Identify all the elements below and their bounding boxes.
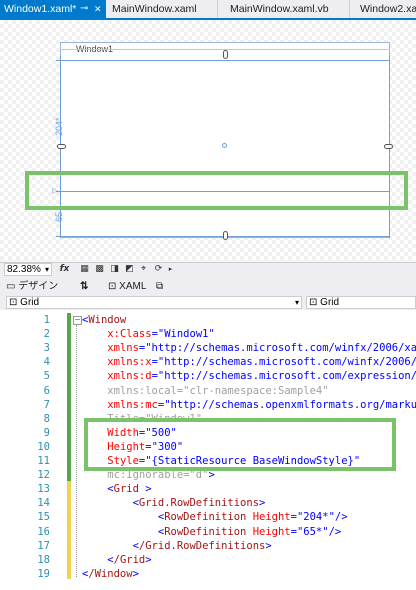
snap-grid-icon[interactable]: ▩ xyxy=(93,263,106,276)
code-highlight-box xyxy=(84,418,396,471)
scope-right-value: Grid xyxy=(320,297,340,308)
row1-height-label[interactable]: 204* xyxy=(54,117,64,136)
scope-left-value: Grid xyxy=(20,297,40,308)
snap-lines-icon[interactable]: ⌖ xyxy=(137,263,150,276)
tab-design-label: デザイン xyxy=(18,281,59,292)
line-number: 9 xyxy=(43,426,50,439)
document-tab-strip: Window1.xaml* ⊸ ✕ MainWindow.xaml MainWi… xyxy=(0,0,416,20)
line-number: 7 xyxy=(43,398,50,411)
change-indicator-saved xyxy=(67,313,71,481)
close-icon[interactable]: ✕ xyxy=(94,0,102,18)
bottom-resize-handle[interactable] xyxy=(223,231,228,240)
line-number: 8 xyxy=(43,412,50,425)
scope-right-combo[interactable]: ⊡ Grid xyxy=(306,296,416,309)
right-resize-handle[interactable] xyxy=(384,144,393,149)
code-line[interactable]: x:Class="Window1" xyxy=(82,327,215,341)
tab-mainwindow-xaml-vb[interactable]: MainWindow.xaml.vb xyxy=(226,0,350,18)
line-number: 10 xyxy=(37,440,50,453)
collapse-icon[interactable]: − xyxy=(73,316,82,325)
line-number: 12 xyxy=(37,469,50,482)
chevron-down-icon[interactable]: ▾ xyxy=(295,297,299,309)
fx-button[interactable]: fx xyxy=(58,263,71,276)
change-indicator-unsaved xyxy=(67,481,71,579)
grid-icon[interactable]: ▦ xyxy=(78,263,91,276)
left-resize-handle[interactable] xyxy=(57,144,66,149)
row-highlight-box xyxy=(25,171,408,210)
artboard-icon[interactable]: ◨ xyxy=(108,263,121,276)
zoom-value: 82.38% xyxy=(7,264,41,275)
code-line[interactable]: <Window xyxy=(82,313,126,327)
tab-label: Window1.xaml* xyxy=(4,3,77,15)
code-line[interactable]: xmlns="http://schemas.microsoft.com/winf… xyxy=(82,341,416,355)
tab-label: MainWindow.xaml.vb xyxy=(230,3,329,15)
code-line[interactable]: xmlns:d="http://schemas.microsoft.com/ex… xyxy=(82,369,416,383)
code-line[interactable]: <Grid > xyxy=(82,482,151,496)
line-number: 16 xyxy=(37,525,50,538)
line-number: 4 xyxy=(43,356,50,369)
effects-icon[interactable]: ◩ xyxy=(123,263,136,276)
row2-height-label[interactable]: 65 xyxy=(54,212,64,222)
xaml-icon: ⊡ xyxy=(108,281,120,292)
popout-xaml-icon[interactable]: ⧉ xyxy=(156,279,163,294)
tab-window1-xaml[interactable]: Window1.xaml* ⊸ ✕ xyxy=(0,0,106,18)
line-number: 14 xyxy=(37,497,50,510)
view-tab-bar xyxy=(0,278,416,296)
line-number: 17 xyxy=(37,539,50,552)
code-line[interactable]: <RowDefinition Height="204*"/> xyxy=(82,510,348,524)
line-number: 13 xyxy=(37,483,50,496)
outline-guide xyxy=(76,325,77,577)
line-number: 2 xyxy=(43,328,50,341)
tab-xaml-label: XAML xyxy=(119,281,147,292)
code-line[interactable]: <Grid.RowDefinitions> xyxy=(82,496,266,510)
element-icon: ⊡ xyxy=(309,297,321,308)
line-number: 18 xyxy=(37,553,50,566)
zoom-combo[interactable]: 82.38% ▾ xyxy=(4,263,52,276)
line-number: 5 xyxy=(43,370,50,383)
line-number: 3 xyxy=(43,342,50,355)
code-line[interactable]: </Window> xyxy=(82,567,139,581)
tab-mainwindow-xaml[interactable]: MainWindow.xaml xyxy=(108,0,218,18)
line-number: 15 xyxy=(37,511,50,524)
line-number: 11 xyxy=(37,455,50,467)
center-point xyxy=(222,143,227,148)
scope-left-combo[interactable]: ⊡ Grid ▾ xyxy=(6,296,302,309)
line-number: 1 xyxy=(43,314,50,326)
code-line[interactable]: </Grid.RowDefinitions> xyxy=(82,539,272,553)
design-icon: ▭ xyxy=(6,281,19,292)
code-line[interactable]: xmlns:mc="http://schemas.openxmlformats.… xyxy=(82,398,416,412)
element-icon: ⊡ xyxy=(9,297,21,308)
expand-icon[interactable]: ▸ xyxy=(164,263,177,276)
tab-label: Window2.xa xyxy=(360,3,416,15)
chevron-down-icon[interactable]: ▾ xyxy=(45,264,49,276)
line-number: 6 xyxy=(43,384,50,397)
swap-panes-button[interactable]: ⇅ xyxy=(80,279,88,294)
tab-design[interactable]: ▭ デザイン xyxy=(6,279,58,294)
tab-window2-xaml[interactable]: Window2.xa xyxy=(356,0,416,18)
tab-xaml[interactable]: ⊡ XAML xyxy=(108,279,146,294)
code-line[interactable]: xmlns:x="http://schemas.microsoft.com/wi… xyxy=(82,355,416,369)
tab-label: MainWindow.xaml xyxy=(112,3,197,15)
code-line[interactable]: </Grid> xyxy=(82,553,151,567)
grid-top-guide xyxy=(56,60,390,61)
code-line[interactable]: <RowDefinition Height="65*"/> xyxy=(82,525,341,539)
pin-icon[interactable]: ⊸ xyxy=(80,0,88,18)
top-resize-handle[interactable] xyxy=(223,50,228,59)
code-line[interactable]: xmlns:local="clr-namespace:Sample4" xyxy=(82,384,328,398)
line-number: 19 xyxy=(37,567,50,580)
